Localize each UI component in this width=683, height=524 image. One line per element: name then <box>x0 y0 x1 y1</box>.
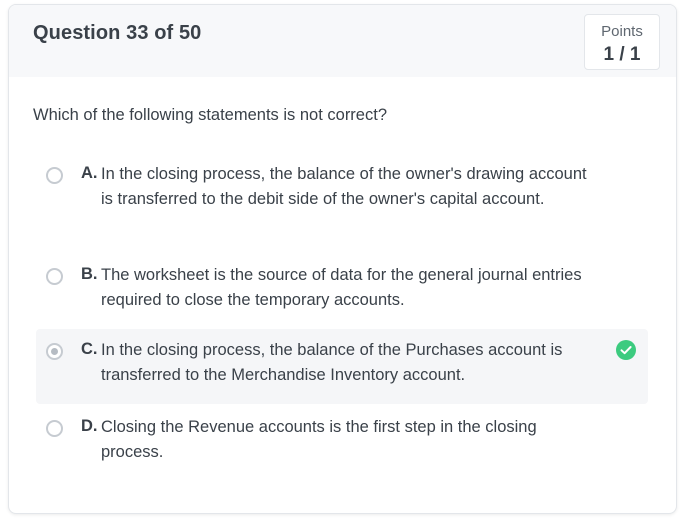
radio-option-d[interactable] <box>46 420 63 437</box>
option-text-b: The worksheet is the source of data for … <box>101 266 582 309</box>
option-text-d: Closing the Revenue accounts is the firs… <box>101 418 537 461</box>
points-label: Points <box>601 23 643 40</box>
option-text-a: In the closing process, the balance of t… <box>101 165 587 208</box>
option-letter-b: B. <box>81 265 98 283</box>
answer-option-b[interactable]: B. The worksheet is the source of data f… <box>36 259 648 319</box>
option-letter-c: C. <box>81 340 98 358</box>
option-letter-d: D. <box>81 417 98 435</box>
answer-option-a[interactable]: A. In the closing process, the balance o… <box>36 158 648 242</box>
question-card: Question 33 of 50 Points 1 / 1 Which of … <box>8 4 677 514</box>
radio-option-b[interactable] <box>46 268 63 285</box>
answer-option-d[interactable]: D. Closing the Revenue accounts is the f… <box>36 411 648 471</box>
check-circle-icon <box>616 340 636 360</box>
question-title: Question 33 of 50 <box>33 22 202 44</box>
question-header: Question 33 of 50 Points 1 / 1 <box>9 5 676 77</box>
radio-option-a[interactable] <box>46 167 63 184</box>
answer-option-c[interactable]: C. In the closing process, the balance o… <box>36 329 648 404</box>
points-value: 1 / 1 <box>603 44 641 65</box>
radio-option-c[interactable] <box>46 343 63 360</box>
option-letter-a: A. <box>81 164 98 182</box>
question-text: Which of the following statements is not… <box>33 106 387 124</box>
option-text-c: In the closing process, the balance of t… <box>101 341 563 384</box>
points-box: Points 1 / 1 <box>584 14 660 70</box>
